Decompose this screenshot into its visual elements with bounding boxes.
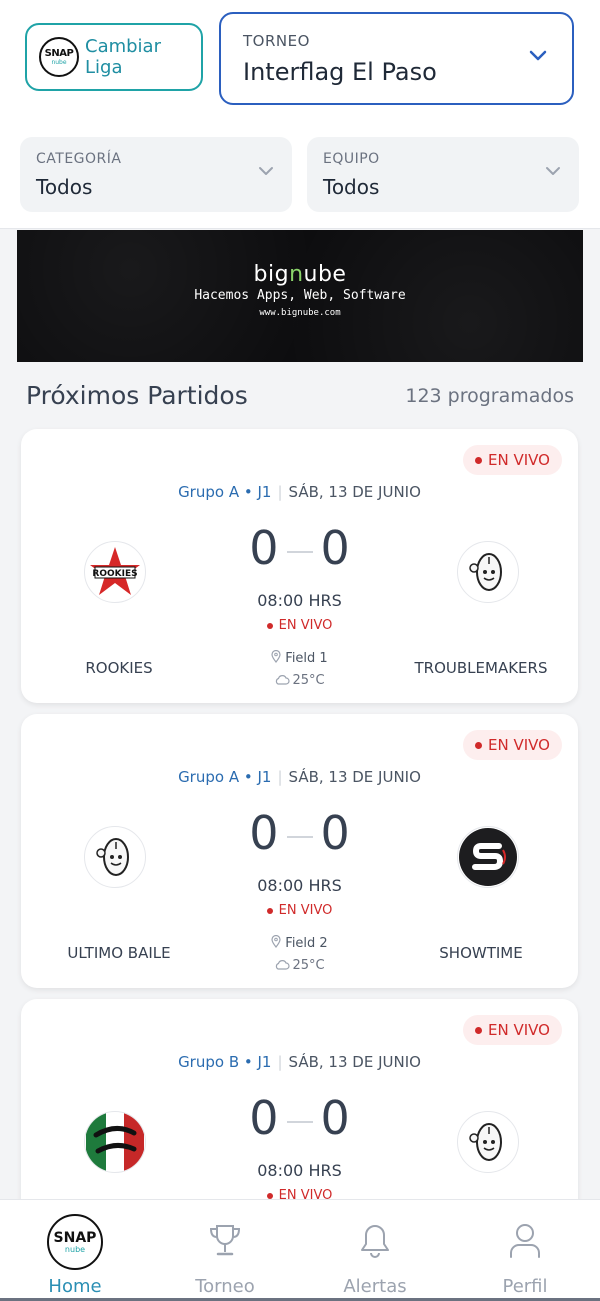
match-time: 08:00 HRS (257, 876, 342, 895)
team-value: Todos (323, 175, 380, 199)
team-label: EQUIPO (323, 151, 380, 167)
user-icon (510, 1224, 540, 1258)
section-count: 123 programados (405, 385, 574, 407)
scoreboard: 00 (249, 806, 350, 860)
location-pin-icon (271, 934, 281, 948)
location-pin-icon (271, 649, 281, 663)
logo-sub: nube (51, 58, 67, 66)
match-card[interactable]: EN VIVO Grupo A • J1 | SÁB, 13 DE JUNIO 00… (21, 714, 578, 988)
home-team-name: ROOKIES (85, 659, 153, 677)
home-team-name: ULTIMO BAILE (67, 944, 171, 962)
tournament-select[interactable]: TORNEO Interflag El Paso (219, 12, 574, 105)
cloud-icon (276, 960, 290, 970)
nav-alerts-label: Alertas (343, 1276, 407, 1297)
match-status: EN VIVO (21, 618, 578, 633)
category-select[interactable]: CATEGORÍA Todos (20, 137, 292, 212)
snap-logo-icon: SNAP nube (39, 37, 79, 77)
team-select[interactable]: EQUIPO Todos (307, 137, 579, 212)
nav-profile[interactable]: Perfil (450, 1200, 600, 1300)
nav-tournament[interactable]: Torneo (150, 1200, 300, 1300)
chevron-down-icon (546, 167, 560, 175)
match-card[interactable]: EN VIVO Grupo A • J1 | SÁB, 13 DE JUNIO RO… (21, 429, 578, 703)
home-logo-icon: SNAP nube (47, 1214, 103, 1270)
chevron-down-icon (259, 167, 273, 175)
bottom-nav: SNAP nube Home Torneo Alertas Perfil (0, 1199, 600, 1301)
logo-text: SNAP (44, 47, 74, 59)
live-badge: EN VIVO (463, 445, 562, 475)
category-value: Todos (36, 175, 93, 199)
match-time: 08:00 HRS (257, 591, 342, 610)
match-time: 08:00 HRS (257, 1161, 342, 1180)
bell-icon (361, 1225, 389, 1258)
tournament-label: TORNEO (243, 32, 310, 50)
category-label: CATEGORÍA (36, 151, 122, 167)
match-meta: Grupo A • J1 | SÁB, 13 DE JUNIO (178, 483, 421, 501)
banner-brand: bignube (253, 262, 347, 287)
scoreboard: 00 (249, 521, 350, 575)
ad-banner[interactable]: bignube Hacemos Apps, Web, Software www.… (17, 230, 583, 362)
nav-tournament-label: Torneo (195, 1276, 255, 1297)
scoreboard: 00 (249, 1091, 350, 1145)
change-league-button[interactable]: SNAP nube Cambiar Liga (25, 23, 203, 91)
away-team-name: SHOWTIME (439, 944, 523, 962)
live-badge: EN VIVO (463, 730, 562, 760)
top-bar: SNAP nube Cambiar Liga TORNEO Interflag … (0, 0, 600, 229)
away-team-name: TROUBLEMAKERS (414, 659, 548, 677)
banner-url: www.bignube.com (259, 308, 341, 318)
change-league-label: Cambiar Liga (85, 36, 161, 78)
live-badge: EN VIVO (463, 1015, 562, 1045)
trophy-icon (209, 1225, 241, 1256)
tournament-value: Interflag El Paso (243, 58, 437, 86)
banner-tagline: Hacemos Apps, Web, Software (194, 288, 406, 303)
nav-alerts[interactable]: Alertas (300, 1200, 450, 1300)
section-title: Próximos Partidos (26, 381, 248, 410)
match-status: EN VIVO (21, 903, 578, 918)
nav-home[interactable]: SNAP nube Home (0, 1200, 150, 1300)
match-meta: Grupo B • J1 | SÁB, 13 DE JUNIO (178, 1053, 421, 1071)
match-meta: Grupo A • J1 | SÁB, 13 DE JUNIO (178, 768, 421, 786)
nav-profile-label: Perfil (502, 1276, 548, 1297)
cloud-icon (276, 675, 290, 685)
chevron-down-icon (529, 50, 547, 61)
nav-home-label: Home (48, 1276, 102, 1297)
